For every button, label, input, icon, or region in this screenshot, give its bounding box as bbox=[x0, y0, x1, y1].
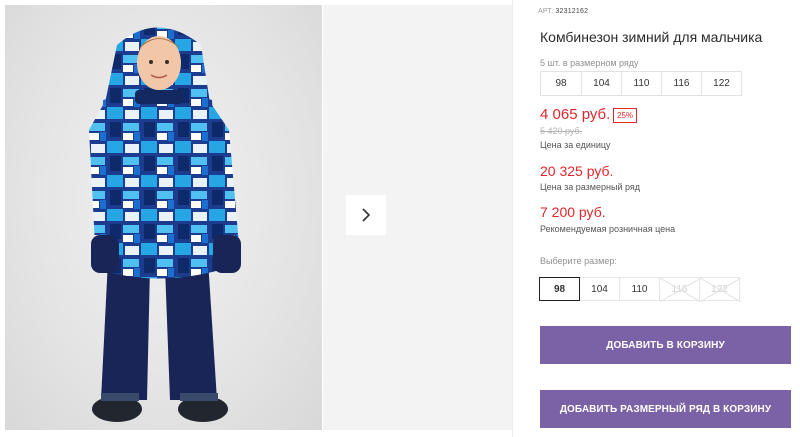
sku-value: 32312162 bbox=[555, 8, 589, 15]
series-size-cell: 122 bbox=[701, 72, 741, 95]
next-image-button[interactable] bbox=[346, 195, 386, 235]
series-price: 20 325 руб. bbox=[540, 163, 614, 179]
size-option-116: 116 bbox=[659, 277, 701, 302]
unit-price-caption: Цена за единицу bbox=[540, 140, 611, 150]
unavailable-cross-icon bbox=[660, 278, 701, 302]
retail-price: 7 200 руб. bbox=[540, 204, 606, 220]
series-size-cell: 116 bbox=[661, 72, 701, 95]
size-option-110[interactable]: 110 bbox=[619, 277, 660, 301]
chevron-right-icon bbox=[362, 208, 371, 222]
series-size-label: 5 шт. в размерном ряду bbox=[540, 58, 639, 68]
product-info-panel: АРТ. 32312162 Комбинезон зимний для маль… bbox=[530, 0, 800, 437]
old-price: 5 420 руб. bbox=[540, 126, 583, 136]
product-title: Комбинезон зимний для мальчика bbox=[540, 29, 763, 45]
add-to-cart-button[interactable]: ДОБАВИТЬ В КОРЗИНУ bbox=[540, 326, 791, 364]
retail-price-caption: Рекомендуемая розничная цена bbox=[540, 224, 676, 234]
size-option-label: 104 bbox=[591, 283, 608, 295]
size-option-label: 110 bbox=[631, 283, 648, 295]
size-picker: 98 104 110 116 122 bbox=[539, 277, 741, 302]
size-option-label: 98 bbox=[553, 283, 566, 295]
discount-badge: 25% bbox=[613, 108, 638, 123]
series-price-caption: Цена за размерный ряд bbox=[540, 182, 641, 192]
size-picker-label: Выберите размер: bbox=[540, 256, 617, 266]
boy-winter-jumpsuit-illustration bbox=[89, 27, 241, 422]
add-series-to-cart-button[interactable]: ДОБАВИТЬ РАЗМЕРНЫЙ РЯД В КОРЗИНУ bbox=[540, 390, 791, 428]
panel-divider bbox=[512, 0, 513, 437]
sku-label: АРТ. bbox=[538, 8, 554, 15]
series-size-row: 98 104 110 116 122 bbox=[540, 71, 742, 96]
size-option-104[interactable]: 104 bbox=[579, 277, 620, 301]
unit-price: 4 065 руб. bbox=[540, 106, 611, 123]
sku: АРТ. 32312162 bbox=[538, 8, 588, 15]
unavailable-cross-icon bbox=[700, 278, 741, 302]
size-option-98[interactable]: 98 bbox=[539, 277, 580, 301]
series-size-cell: 104 bbox=[581, 72, 621, 95]
size-option-122: 122 bbox=[699, 277, 741, 302]
product-gallery bbox=[0, 0, 520, 437]
series-size-cell: 110 bbox=[621, 72, 661, 95]
series-size-cell: 98 bbox=[555, 78, 567, 89]
product-photo[interactable] bbox=[5, 5, 322, 430]
